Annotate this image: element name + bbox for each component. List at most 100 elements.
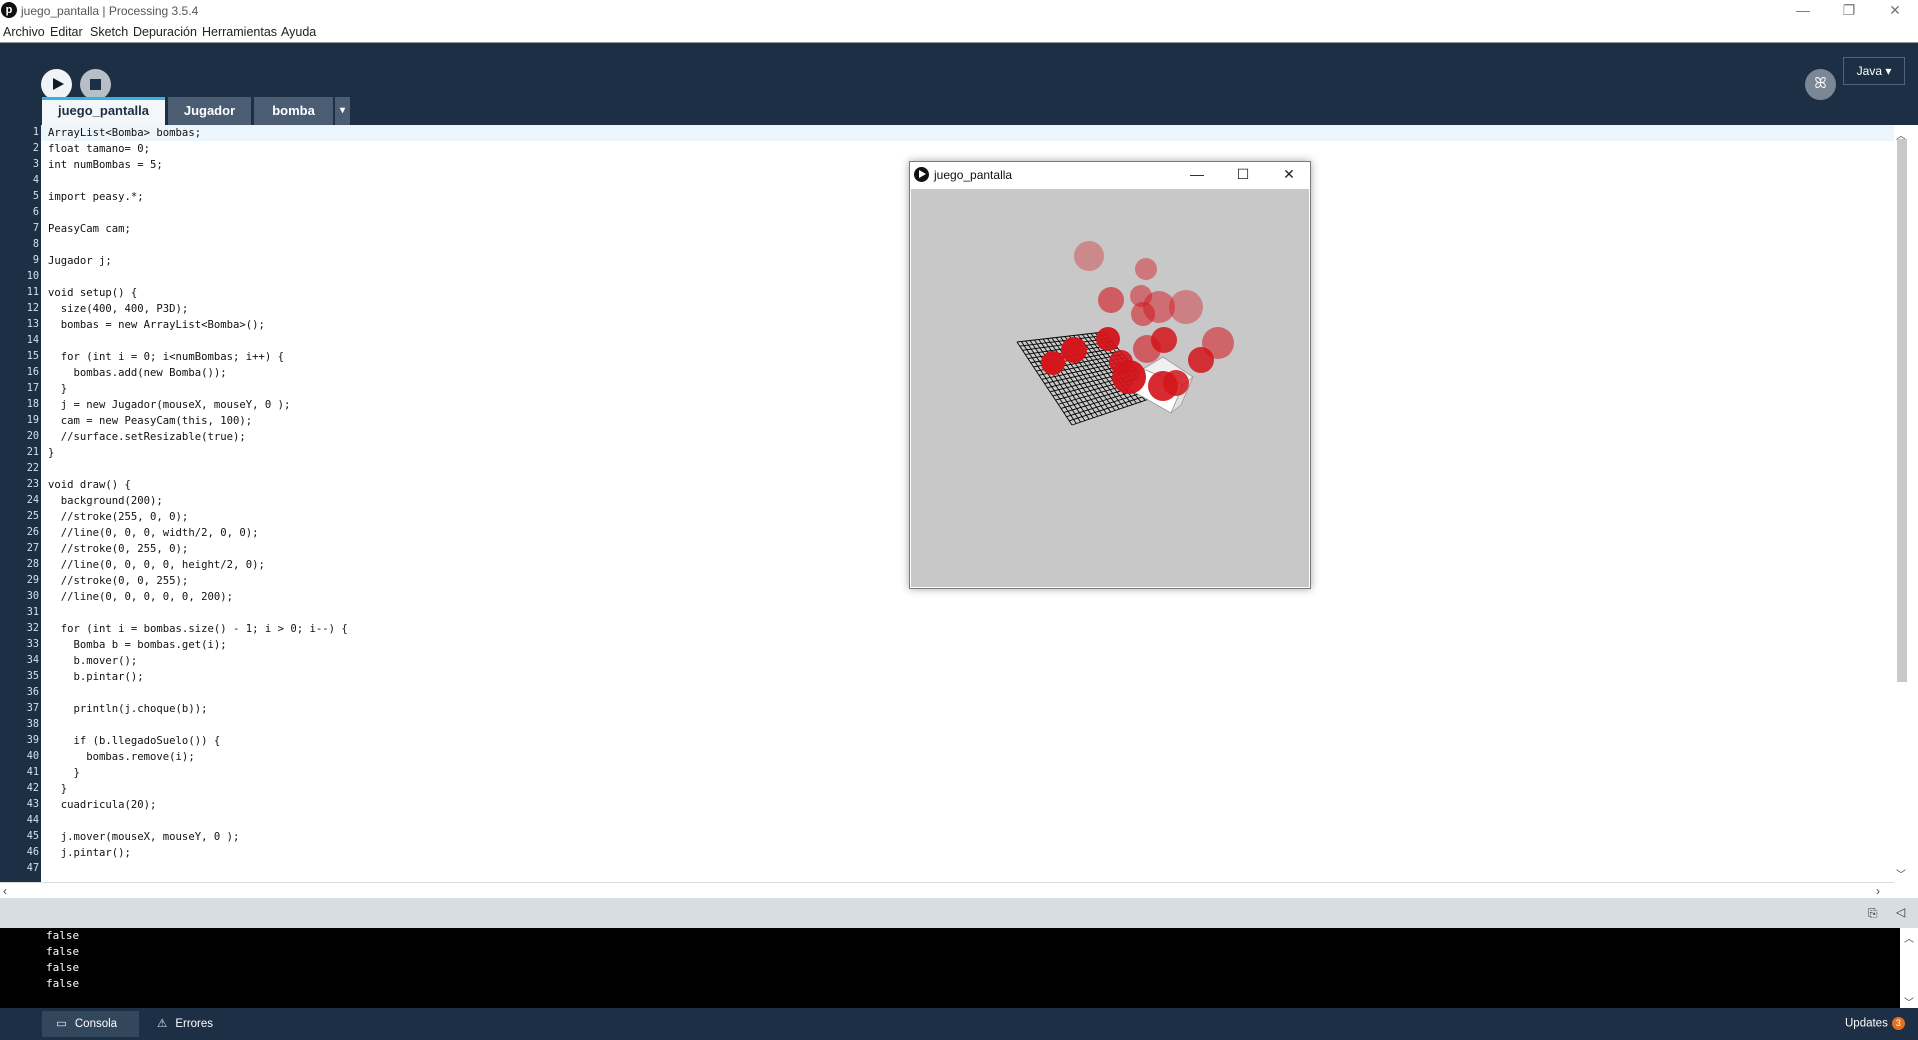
line-number: 2	[32, 143, 39, 154]
terminal-icon: ▭	[56, 1018, 67, 1030]
debug-butterfly-icon[interactable]	[1805, 69, 1836, 100]
collapse-console-icon[interactable]: ◁	[1896, 905, 1905, 919]
menu-depuracion[interactable]: Depuración	[133, 25, 197, 39]
bomb-sphere	[1169, 290, 1203, 324]
console-line: false	[46, 961, 80, 974]
console-line: false	[46, 945, 80, 958]
code-line: void setup() {	[48, 287, 138, 299]
code-line: }	[48, 783, 68, 795]
sketch-minimize-button[interactable]: —	[1174, 162, 1220, 188]
console-scroll-up-icon[interactable]: ︿	[1904, 930, 1914, 945]
code-line: bombas.remove(i);	[48, 751, 195, 763]
menu-sketch[interactable]: Sketch	[90, 25, 128, 39]
line-number: 33	[26, 639, 39, 650]
line-number: 34	[26, 655, 39, 666]
line-number: 23	[26, 479, 39, 490]
bomb-sphere	[1188, 347, 1214, 373]
code-line: }	[48, 447, 55, 459]
line-number: 44	[26, 815, 39, 826]
line-number: 32	[26, 623, 39, 634]
console-header: ⎘ ◁	[0, 898, 1918, 928]
code-line: Bomba b = bombas.get(i);	[48, 639, 227, 651]
line-number: 14	[26, 335, 39, 346]
maximize-button[interactable]: ❐	[1826, 0, 1872, 22]
scroll-right-icon[interactable]: ›	[1876, 884, 1880, 898]
line-number: 24	[26, 495, 39, 506]
menu-editar[interactable]: Editar	[50, 25, 83, 39]
tab-jugador[interactable]: Jugador	[168, 97, 251, 125]
line-number: 28	[26, 559, 39, 570]
line-number: 8	[32, 239, 39, 250]
code-line: void draw() {	[48, 479, 131, 491]
console-output[interactable]: false false false false	[0, 928, 1900, 1008]
title-bar: p juego_pantalla | Processing 3.5.4 — ❐ …	[0, 0, 1918, 22]
line-number: 47	[26, 863, 39, 874]
line-number: 18	[26, 399, 39, 410]
bomb-sphere	[1112, 360, 1146, 394]
mode-selector[interactable]: Java ▾	[1843, 57, 1905, 85]
sketch-window[interactable]: juego_pantalla — ☐ ✕	[909, 161, 1311, 589]
updates-indicator[interactable]: Updates 3	[1845, 1017, 1905, 1030]
code-line: b.mover();	[48, 655, 138, 667]
code-line: //line(0, 0, 0, 0, height/2, 0);	[48, 559, 265, 571]
code-line: //line(0, 0, 0, 0, 0, 200);	[48, 591, 233, 603]
tab-errores[interactable]: ⚠ Errores	[143, 1011, 240, 1037]
sketch-maximize-button[interactable]: ☐	[1220, 162, 1266, 188]
line-number: 25	[26, 511, 39, 522]
processing-logo-icon: p	[1, 2, 17, 18]
line-number: 16	[26, 367, 39, 378]
scroll-left-icon[interactable]: ‹	[3, 884, 7, 898]
sketch-canvas[interactable]	[911, 189, 1309, 587]
line-number: 26	[26, 527, 39, 538]
code-line: j.pintar();	[48, 847, 131, 859]
line-number: 1	[32, 127, 39, 138]
stop-button[interactable]	[80, 69, 111, 100]
menu-herramientas[interactable]: Herramientas	[202, 25, 277, 39]
editor-horizontal-scrollbar[interactable]: ‹ ›	[0, 882, 1894, 898]
console-scrollbar[interactable]: ︿ ﹀	[1900, 928, 1918, 1009]
code-line: j.mover(mouseX, mouseY, 0 );	[48, 831, 240, 843]
code-line: int numBombas = 5;	[48, 159, 163, 171]
line-number: 21	[26, 447, 39, 458]
editor-vertical-scrollbar[interactable]: ︿ ﹀	[1894, 125, 1910, 882]
menu-archivo[interactable]: Archivo	[3, 25, 45, 39]
line-number: 4	[32, 175, 39, 186]
menu-ayuda[interactable]: Ayuda	[281, 25, 316, 39]
code-line: for (int i = 0; i<numBombas; i++) {	[48, 351, 284, 363]
tab-bomba[interactable]: bomba	[254, 97, 333, 125]
code-line: float tamano= 0;	[48, 143, 151, 155]
bomb-sphere	[1098, 287, 1124, 313]
tab-juego-pantalla[interactable]: juego_pantalla	[42, 97, 165, 125]
clipboard-icon[interactable]: ⎘	[1868, 906, 1878, 921]
code-line: b.pintar();	[48, 671, 144, 683]
toolbar: Java ▾ juego_pantalla Jugador bomba ▾	[0, 43, 1918, 125]
code-line: PeasyCam cam;	[48, 223, 131, 235]
line-number: 29	[26, 575, 39, 586]
menu-bar: Archivo Editar Sketch Depuración Herrami…	[0, 22, 1918, 43]
line-number: 3	[32, 159, 39, 170]
console-scroll-down-icon[interactable]: ﹀	[1904, 994, 1914, 1009]
warning-icon: ⚠	[157, 1018, 168, 1030]
minimize-button[interactable]: —	[1780, 0, 1826, 22]
code-line: //stroke(255, 0, 0);	[48, 511, 189, 523]
close-button[interactable]: ✕	[1872, 0, 1918, 22]
bomb-sphere	[1041, 351, 1065, 375]
run-button[interactable]	[41, 69, 72, 100]
line-number: 12	[26, 303, 39, 314]
line-number: 13	[26, 319, 39, 330]
code-line: bombas = new ArrayList<Bomba>();	[48, 319, 265, 331]
sketch-close-button[interactable]: ✕	[1266, 162, 1312, 188]
console-line: false	[46, 977, 80, 990]
line-number: 37	[26, 703, 39, 714]
code-line: bombas.add(new Bomba());	[48, 367, 227, 379]
scroll-down-icon[interactable]: ﹀	[1896, 866, 1906, 881]
tab-consola[interactable]: ▭ Consola	[42, 1011, 139, 1037]
line-number: 10	[26, 271, 39, 282]
tab-menu-chevron-icon[interactable]: ▾	[335, 97, 350, 125]
line-number: 45	[26, 831, 39, 842]
code-line: cuadricula(20);	[48, 799, 157, 811]
bomb-sphere	[1133, 335, 1161, 363]
scroll-thumb[interactable]	[1897, 139, 1907, 682]
current-line-highlight	[41, 125, 1894, 141]
line-number: 20	[26, 431, 39, 442]
